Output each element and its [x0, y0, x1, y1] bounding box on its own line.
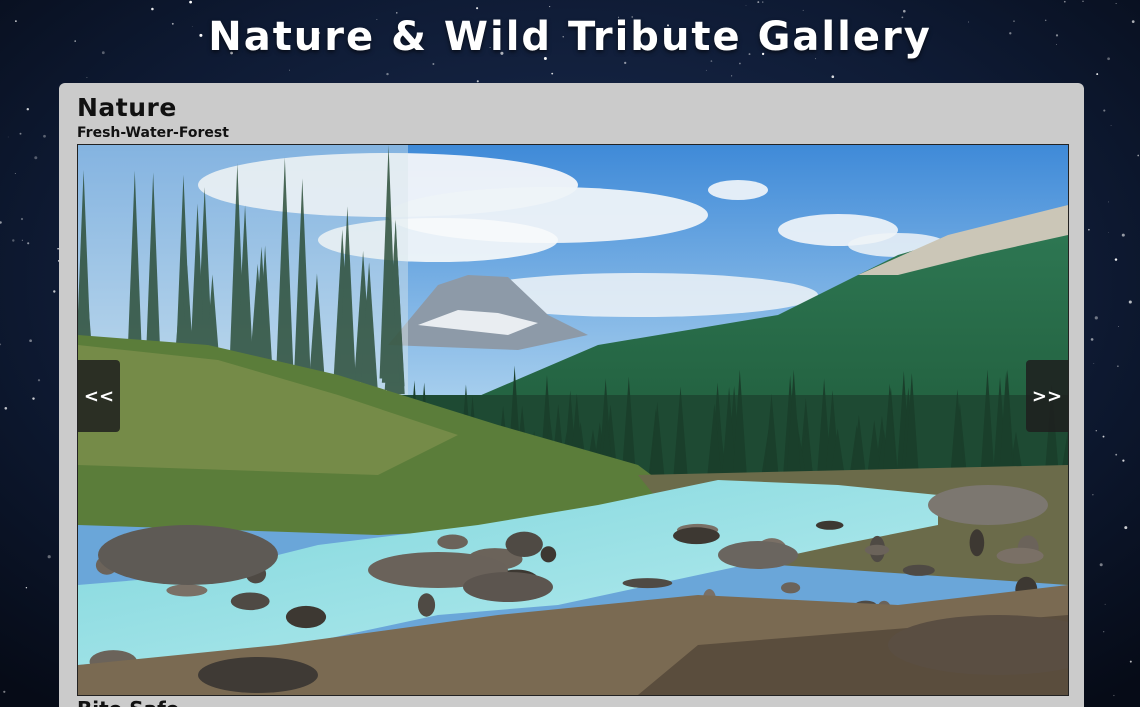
- star: [86, 76, 88, 79]
- star: [1088, 228, 1090, 231]
- star: [551, 72, 554, 75]
- rock: [622, 578, 673, 589]
- star: [27, 242, 30, 245]
- star: [1113, 694, 1115, 697]
- star: [1096, 73, 1099, 76]
- star: [831, 75, 835, 79]
- rock: [417, 593, 436, 617]
- star: [12, 239, 15, 242]
- star: [289, 69, 290, 71]
- gallery-heading: Nature: [77, 93, 177, 122]
- star: [189, 0, 192, 4]
- star: [903, 9, 906, 13]
- forest-river-landscape-image: [78, 145, 1068, 695]
- star: [1093, 363, 1095, 365]
- star: [705, 69, 707, 71]
- star: [26, 107, 30, 111]
- rock: [996, 547, 1044, 564]
- star: [549, 6, 551, 8]
- star: [53, 290, 56, 293]
- star: [32, 397, 35, 400]
- star: [1124, 526, 1128, 530]
- star: [476, 7, 479, 10]
- rock: [969, 529, 985, 557]
- star: [1118, 326, 1119, 327]
- star: [1099, 563, 1103, 567]
- star: [25, 587, 28, 589]
- star: [624, 61, 627, 65]
- star: [43, 134, 46, 138]
- rock: [505, 531, 543, 557]
- star: [1104, 603, 1106, 605]
- star: [1090, 338, 1094, 341]
- star: [1115, 3, 1117, 5]
- star: [1117, 365, 1119, 367]
- star: [1121, 233, 1125, 237]
- star: [34, 156, 38, 160]
- rock: [540, 546, 557, 563]
- next-slide-button[interactable]: >>: [1026, 360, 1068, 432]
- star: [745, 5, 747, 6]
- star: [151, 7, 154, 11]
- slide-image: << >>: [77, 144, 1069, 696]
- star: [29, 339, 32, 343]
- star: [432, 63, 435, 65]
- star: [1115, 453, 1118, 456]
- star: [1122, 459, 1125, 462]
- rock: [285, 605, 327, 629]
- star: [731, 75, 733, 77]
- star: [1108, 232, 1109, 233]
- gallery-subheading: Fresh-Water-Forest: [77, 125, 229, 141]
- star: [1108, 201, 1109, 203]
- star: [1094, 316, 1098, 320]
- gallery-card: Nature Fresh-Water-Forest << >>: [59, 83, 1084, 707]
- star: [1063, 0, 1066, 3]
- star: [1092, 494, 1094, 496]
- star: [1129, 660, 1132, 663]
- rock: [673, 527, 720, 545]
- previous-slide-button[interactable]: <<: [78, 360, 120, 432]
- star: [47, 555, 51, 559]
- rock: [902, 564, 935, 576]
- rock: [815, 520, 844, 530]
- page-title: Nature & Wild Tribute Gallery: [208, 14, 932, 60]
- star: [20, 217, 24, 221]
- star: [14, 173, 16, 174]
- rock: [781, 582, 801, 594]
- star: [1114, 258, 1118, 261]
- star: [1137, 154, 1140, 157]
- star: [1128, 300, 1132, 304]
- star: [7, 136, 9, 138]
- star: [21, 239, 23, 241]
- star: [739, 62, 741, 65]
- rock: [230, 592, 270, 611]
- rock: [437, 534, 468, 550]
- star: [757, 1, 760, 4]
- star: [386, 72, 389, 76]
- star: [1102, 435, 1105, 438]
- star: [3, 690, 6, 693]
- star: [802, 9, 804, 11]
- star: [1110, 125, 1112, 127]
- star: [762, 1, 764, 3]
- rock: [864, 544, 890, 556]
- star: [1095, 429, 1098, 432]
- star: [1103, 631, 1105, 633]
- star: [1103, 109, 1106, 112]
- star: [1082, 0, 1084, 3]
- star: [37, 379, 41, 382]
- star: [4, 407, 8, 410]
- star: [19, 132, 22, 135]
- next-section-heading: Bite Safe: [77, 697, 179, 707]
- star: [710, 60, 713, 62]
- rock: [166, 584, 208, 597]
